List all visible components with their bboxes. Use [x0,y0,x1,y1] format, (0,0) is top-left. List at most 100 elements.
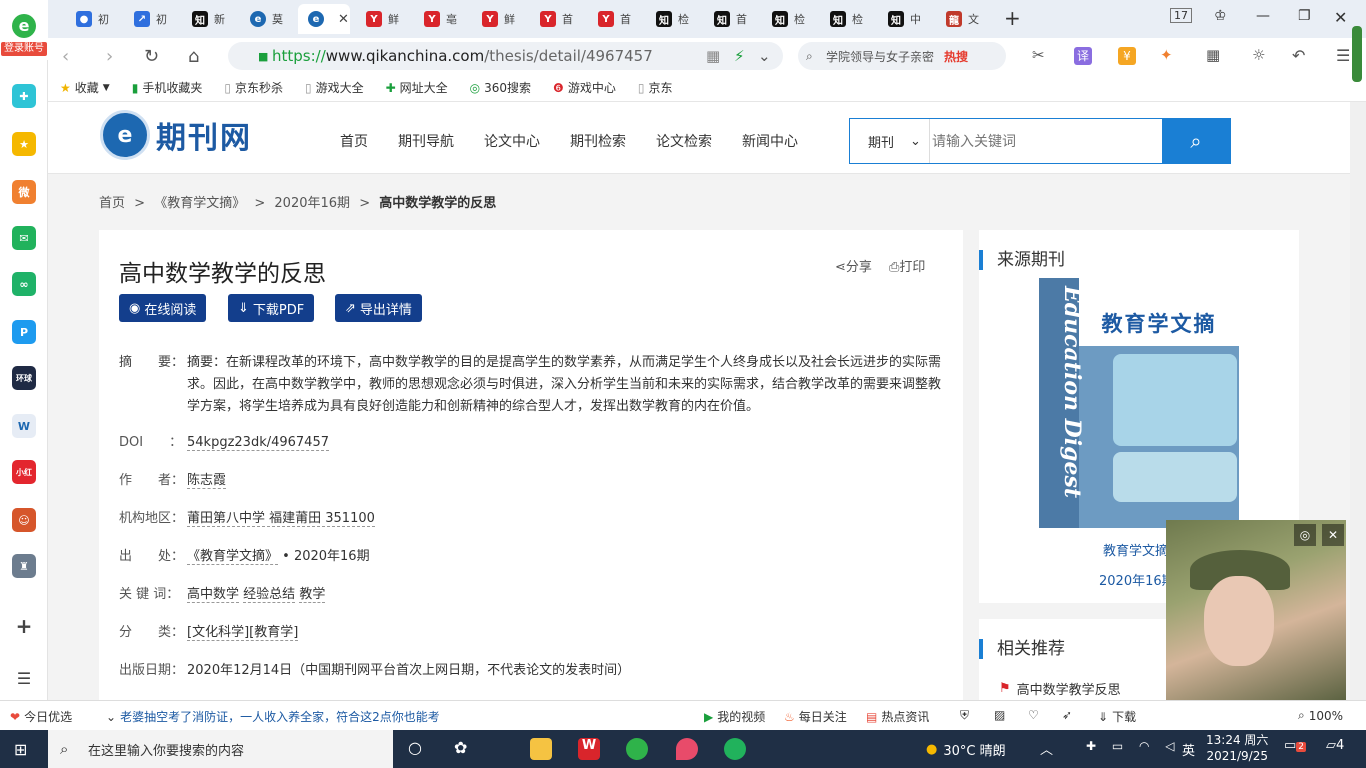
bookmark-item[interactable]: ▮ 手机收藏夹 [132,79,203,96]
plus-cross-icon[interactable]: ✚ [12,84,36,108]
tab[interactable]: e莫 [240,4,298,34]
list-icon[interactable]: ☰ [12,666,36,690]
shield-icon[interactable]: ⛨ [960,708,969,723]
hot-news[interactable]: ▤ 热点资讯 [866,708,929,725]
weibo-icon[interactable]: 微 [12,180,36,204]
tray-icons[interactable]: ✚ ▭ ◠ ◁ [1086,739,1181,753]
word-icon[interactable]: W [12,414,36,438]
star-icon[interactable]: ★ [12,132,36,156]
tab[interactable]: 知检 [762,4,820,34]
tab[interactable]: 知中 [878,4,936,34]
address-bar[interactable]: ■ https://www.qikanchina.com/thesis/deta… [228,42,783,70]
keyword-link[interactable]: 经验总结 [243,587,296,603]
tab[interactable]: 知新 [182,4,240,34]
author-link[interactable]: 陈志霞 [187,473,227,489]
close-window-icon[interactable]: ✕ [1334,8,1347,27]
reload-icon[interactable]: ↻ [144,46,159,67]
skin-icon[interactable]: ♔ [1214,8,1227,24]
game-icon[interactable]: ✦ [1160,46,1173,64]
bookmark-item[interactable]: ▯ 京东秒杀 [224,79,283,96]
page-scrollbar[interactable] [1350,102,1366,700]
nav-home[interactable]: 首页 [340,131,368,151]
daily-focus[interactable]: ♨ 每日关注 [784,708,847,725]
nav-news[interactable]: 新闻中心 [742,131,798,151]
apps-icon[interactable]: ▦ [1206,46,1220,64]
org-link[interactable]: 莆田第八中学 福建莆田 351100 [187,511,375,527]
my-videos[interactable]: ▶ 我的视频 [704,708,765,725]
tab[interactable]: 知检 [646,4,704,34]
drop-icon[interactable] [676,738,698,760]
tab[interactable]: 龍文 [936,4,994,34]
bookmark-item[interactable]: ◎ 360搜索 [470,79,531,96]
qr-icon[interactable]: ▦ [706,47,720,65]
scroll-thumb[interactable] [1352,26,1362,82]
ime-indicator[interactable]: 英 [1182,740,1195,759]
lightning-icon[interactable]: ⚡ [734,47,745,65]
breadcrumb-home[interactable]: 首页 [99,196,125,211]
today-picks[interactable]: ❤ 今日优选 [10,708,72,725]
wechat-icon[interactable] [724,738,746,760]
browser-search[interactable]: ⌕ 学院领导与女子亲密 热搜 [798,42,1006,70]
image-icon[interactable]: ▨ [994,708,1005,722]
browser-logo[interactable]: e 登录账号 [0,0,48,60]
brightness-icon[interactable]: ☼ [1252,46,1265,64]
forward-icon[interactable]: › [106,46,113,67]
clock[interactable]: 13:24 周六 2021/9/25 [1206,732,1268,764]
print-button[interactable]: ⎙打印 [889,256,925,275]
source-journal-link[interactable]: 《教育学文摘》 [187,549,279,565]
tab[interactable]: Y亳 [414,4,472,34]
export-button[interactable]: ⇗ 导出详情 [335,294,422,322]
tab[interactable]: ● 初 [66,4,124,34]
keyword-input[interactable] [932,127,1152,155]
site-logo[interactable]: e 期刊网 [100,110,252,160]
link-icon[interactable]: ∞ [12,272,36,296]
close-tab-icon[interactable]: ✕ [338,12,349,27]
bookmark-item[interactable]: ❻ 游戏中心 [553,79,616,96]
notification-badge[interactable]: ▭ 2 [1284,738,1307,753]
weather[interactable]: ● 30°C 晴朗 [926,740,1006,759]
bookmark-item[interactable]: ✚ 网址大全 [386,79,448,96]
task-view-icon[interactable]: ○ [408,738,422,757]
taskbar-search[interactable]: ⌕ 在这里输入你要搜索的内容 [48,730,393,768]
bookmark-item[interactable]: ▯ 京东 [638,79,673,96]
settings-icon[interactable]: ◎ [1294,524,1316,546]
keyword-link[interactable]: 教学 [299,587,326,603]
rocket-icon[interactable]: ➶ [1062,708,1072,722]
new-tab-button[interactable]: + [1004,6,1021,30]
journal-issue-link[interactable]: 2020年16期 [1099,570,1175,589]
nav-papers[interactable]: 论文中心 [484,131,540,151]
bookmark-item[interactable]: ▯ 游戏大全 [305,79,364,96]
menu-icon[interactable]: ☰ [1336,46,1350,65]
tab[interactable]: 知首 [704,4,762,34]
download-pdf-button[interactable]: ⇓ 下载PDF [228,294,315,322]
downloads[interactable]: ⇓ 下载 [1098,708,1136,725]
tab[interactable]: Y鲜 [356,4,414,34]
nav-paper-search[interactable]: 论文检索 [656,131,712,151]
undo-icon[interactable]: ↶ [1292,46,1305,65]
news-icon[interactable]: 环球 [12,366,36,390]
home-icon[interactable]: ⌂ [188,46,199,67]
wps-icon[interactable]: W [578,738,600,760]
browser-task-icon[interactable] [626,738,648,760]
restore-icon[interactable]: ❐ [1298,8,1311,24]
keyword-link[interactable]: 高中数学 [187,587,240,603]
tab-active[interactable]: e ✕ [298,4,350,34]
pinwheel-icon[interactable]: ✿ [454,738,467,757]
xiaohongshu-icon[interactable]: 小红 [12,460,36,484]
tab[interactable]: Y鲜 [472,4,530,34]
breadcrumb-journal[interactable]: 《教育学文摘》 [154,196,245,211]
journal-cover[interactable]: Education Digest 教育学文摘 [1039,278,1239,528]
dropdown-icon[interactable]: ⌄ [758,47,771,65]
coupon-icon[interactable]: ¥ [1118,47,1136,65]
tab[interactable]: Y首 [588,4,646,34]
tab[interactable]: ↗ 初 [124,4,182,34]
game-castle-icon[interactable]: ♜ [12,554,36,578]
health-icon[interactable]: ♡ [1028,708,1039,722]
bookmark-favorites[interactable]: ★ 收藏 ▼ [60,79,110,96]
mail-icon[interactable]: ✉ [12,226,36,250]
folder-icon[interactable] [530,738,552,760]
news-ticker[interactable]: ⌄ 老婆抽空考了消防证，一人收入养全家，符合这2点你也能考 [106,708,440,725]
journal-name-link[interactable]: 教育学文摘 [1103,540,1168,559]
nav-journals[interactable]: 期刊导航 [398,131,454,151]
video-popup[interactable]: ◎ ✕ [1166,520,1346,700]
